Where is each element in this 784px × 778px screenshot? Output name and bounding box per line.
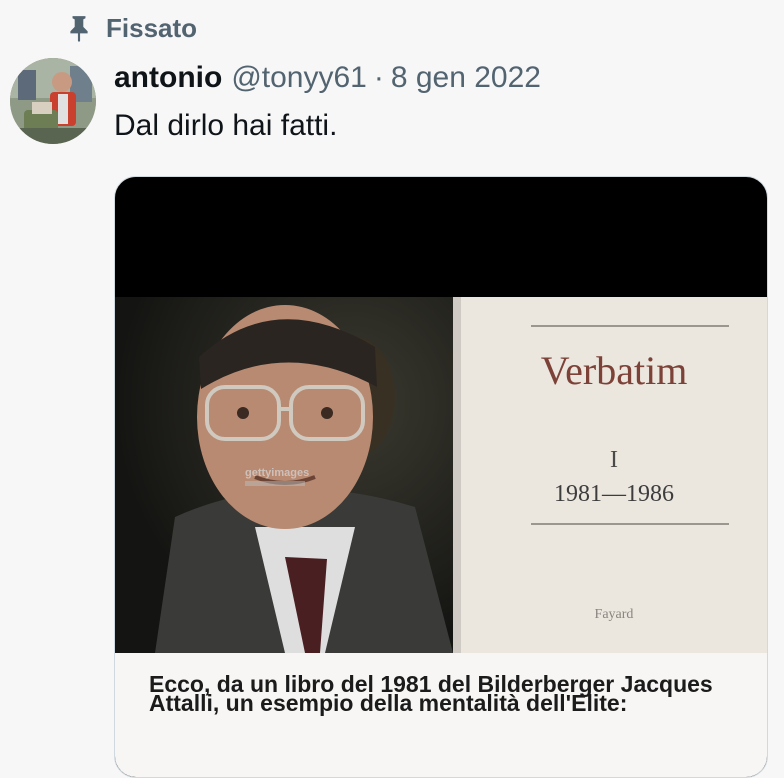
book-title: Verbatim — [540, 348, 688, 393]
avatar-image — [10, 58, 96, 144]
cover-rule-top — [531, 325, 729, 327]
tweet-media[interactable]: gettyimages Verbatim I 1981—1986 Fayard … — [114, 176, 768, 778]
book-years: 1981—1986 — [554, 481, 674, 507]
watermark-text: gettyimages — [245, 467, 310, 479]
cover-rule-bottom — [531, 523, 729, 525]
pinned-indicator: Fissato — [66, 13, 197, 43]
tweet-date[interactable]: 8 gen 2022 — [391, 61, 541, 95]
avatar[interactable] — [10, 58, 96, 144]
tweet-text: Dal dirlo hai fatti. — [114, 109, 338, 142]
book-cover: Verbatim I 1981—1986 Fayard — [461, 297, 767, 653]
tweet-header: antonio @tonyy61 · 8 gen 2022 — [114, 58, 541, 98]
book-volume: I — [610, 447, 618, 473]
portrait-photo: gettyimages — [115, 297, 453, 653]
author-name[interactable]: antonio — [114, 61, 222, 95]
author-handle[interactable]: @tonyy61 — [231, 61, 367, 95]
pin-icon — [70, 16, 88, 42]
caption-text: Ecco, da un libro del 1981 del Bilderber… — [149, 671, 713, 716]
book-publisher: Fayard — [594, 607, 634, 622]
image-divider — [453, 297, 461, 653]
watermark-subline — [245, 481, 305, 486]
image-caption: Ecco, da un libro del 1981 del Bilderber… — [115, 653, 767, 777]
pinned-label: Fissato — [106, 12, 198, 43]
separator-dot: · — [373, 61, 384, 94]
